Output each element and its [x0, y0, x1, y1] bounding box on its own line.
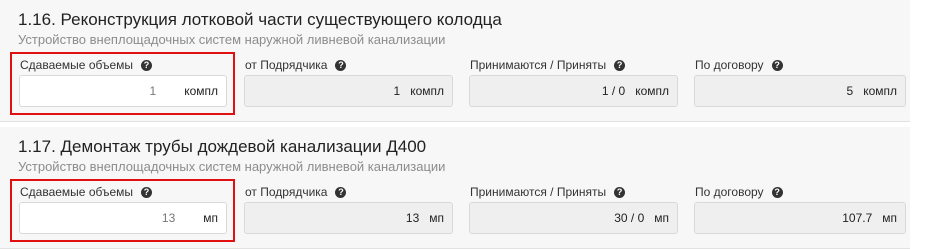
contractor-value: 13: [405, 211, 420, 225]
contract-volume-field: 5 компл: [694, 75, 906, 107]
item-subtitle: Устройство внеплощадочных систем наружно…: [18, 159, 446, 174]
contractor-unit: компл: [410, 84, 444, 98]
accepted-value: 30 / 0: [614, 211, 645, 225]
contract-label-text: По договору: [695, 58, 764, 72]
contractor-label: от Подрядчика ?: [245, 58, 347, 72]
contract-volume-field: 107.7 мп: [694, 202, 906, 234]
contractor-unit: мп: [429, 211, 444, 225]
accepted-unit: компл: [635, 84, 669, 98]
accepted-unit: мп: [654, 211, 669, 225]
contract-value: 107.7: [842, 211, 873, 225]
accepted-value: 1 / 0: [601, 84, 626, 98]
question-circle-icon[interactable]: ?: [771, 59, 783, 71]
question-circle-icon[interactable]: ?: [614, 186, 626, 198]
question-circle-icon[interactable]: ?: [335, 186, 347, 198]
item-subtitle: Устройство внеплощадочных систем наружно…: [18, 32, 446, 47]
contractor-volume-field: 13 мп: [244, 202, 453, 234]
contractor-label-text: от Подрядчика: [245, 58, 328, 72]
item-title: 1.17. Демонтаж трубы дождевой канализаци…: [18, 137, 427, 156]
highlight-frame: [10, 52, 235, 115]
contractor-value: 1: [393, 84, 401, 98]
question-circle-icon[interactable]: ?: [771, 186, 783, 198]
question-circle-icon[interactable]: ?: [335, 59, 347, 71]
accepted-volume-field: 1 / 0 компл: [469, 75, 678, 107]
contract-unit: компл: [863, 84, 897, 98]
contractor-volume-field: 1 компл: [244, 75, 453, 107]
accepted-label: Принимаются / Приняты ?: [470, 185, 626, 199]
item-title: 1.16. Реконструкция лотковой части сущес…: [18, 10, 502, 29]
contract-label-text: По договору: [695, 185, 764, 199]
accepted-label-text: Принимаются / Приняты: [470, 185, 607, 199]
work-item-1-17: 1.17. Демонтаж трубы дождевой канализаци…: [0, 127, 910, 249]
question-circle-icon[interactable]: ?: [614, 59, 626, 71]
accepted-label-text: Принимаются / Приняты: [470, 58, 607, 72]
work-item-1-16: 1.16. Реконструкция лотковой части сущес…: [0, 0, 910, 122]
highlight-frame: [10, 179, 235, 242]
accepted-label: Принимаются / Приняты ?: [470, 58, 626, 72]
contract-label: По договору ?: [695, 185, 783, 199]
accepted-volume-field: 30 / 0 мп: [469, 202, 678, 234]
contractor-label: от Подрядчика ?: [245, 185, 347, 199]
contract-unit: мп: [882, 211, 897, 225]
contractor-label-text: от Подрядчика: [245, 185, 328, 199]
contract-label: По договору ?: [695, 58, 783, 72]
contract-value: 5: [846, 84, 854, 98]
